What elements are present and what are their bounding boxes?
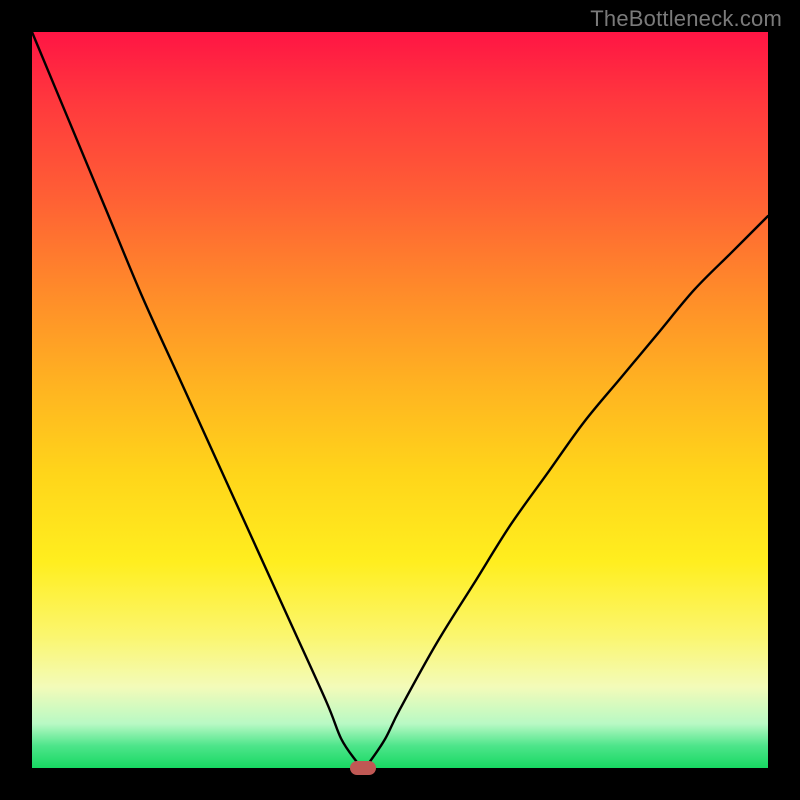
watermark-text: TheBottleneck.com bbox=[590, 6, 782, 32]
optimal-point-marker bbox=[350, 761, 376, 775]
bottleneck-curve bbox=[32, 32, 768, 768]
chart-frame: TheBottleneck.com bbox=[0, 0, 800, 800]
plot-area bbox=[32, 32, 768, 768]
